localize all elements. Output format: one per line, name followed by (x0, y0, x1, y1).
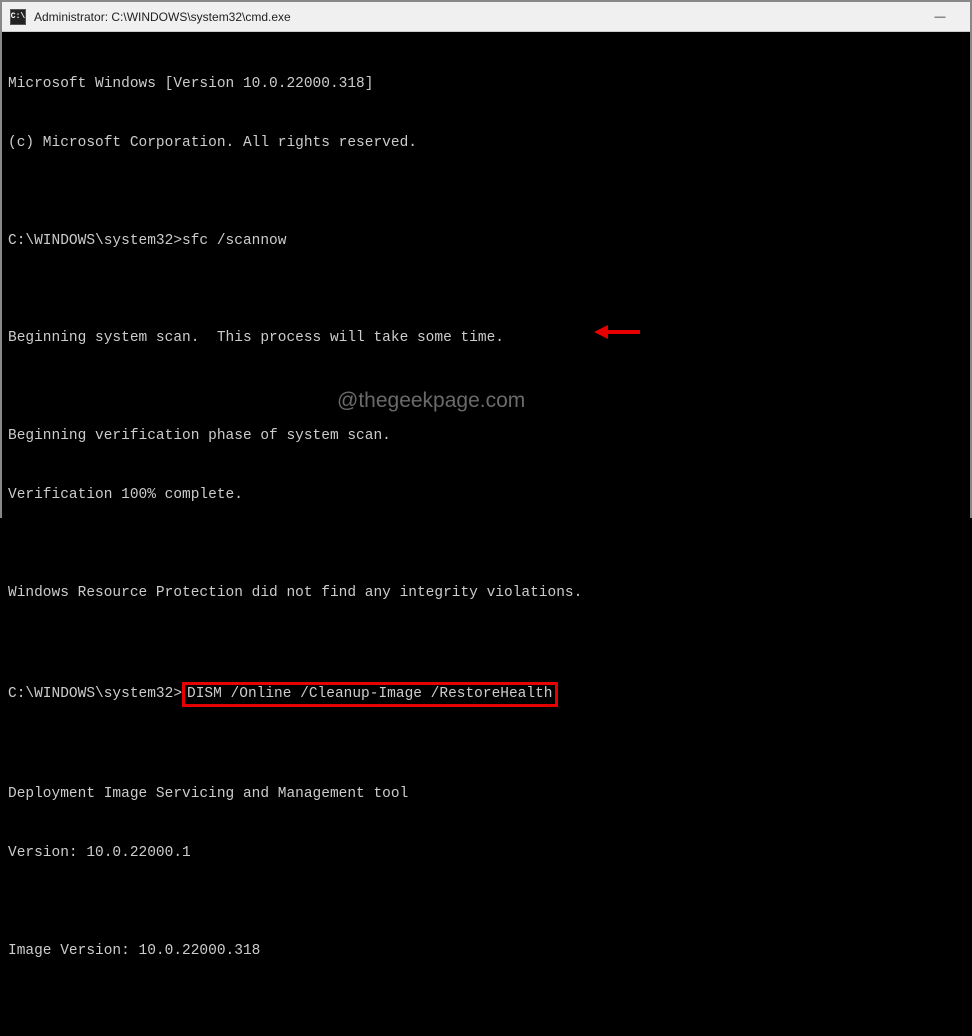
cmd-icon: C:\ (10, 9, 26, 25)
terminal-output[interactable]: Microsoft Windows [Version 10.0.22000.31… (2, 32, 970, 1036)
output-line: Windows Resource Protection did not find… (8, 584, 964, 604)
output-line: (c) Microsoft Corporation. All rights re… (8, 134, 964, 154)
window-title: Administrator: C:\WINDOWS\system32\cmd.e… (34, 10, 918, 24)
dism-line: C:\WINDOWS\system32>DISM /Online /Cleanu… (8, 682, 964, 708)
highlighted-command: DISM /Online /Cleanup-Image /RestoreHeal… (182, 682, 557, 708)
minimize-button[interactable]: — (918, 3, 962, 31)
watermark: @thegeekpage.com (337, 387, 525, 415)
output-line: Beginning system scan. This process will… (8, 329, 964, 349)
output-line: C:\WINDOWS\system32>sfc /scannow (8, 232, 964, 252)
output-line: Microsoft Windows [Version 10.0.22000.31… (8, 75, 964, 95)
output-line: Beginning verification phase of system s… (8, 427, 964, 447)
output-line: Verification 100% complete. (8, 486, 964, 506)
output-line: Deployment Image Servicing and Managemen… (8, 785, 964, 805)
annotation-arrow-icon (592, 283, 642, 381)
output-line: Version: 10.0.22000.1 (8, 844, 964, 864)
titlebar: C:\ Administrator: C:\WINDOWS\system32\c… (2, 2, 970, 32)
output-line: Image Version: 10.0.22000.318 (8, 942, 964, 962)
prompt: C:\WINDOWS\system32> (8, 686, 182, 702)
